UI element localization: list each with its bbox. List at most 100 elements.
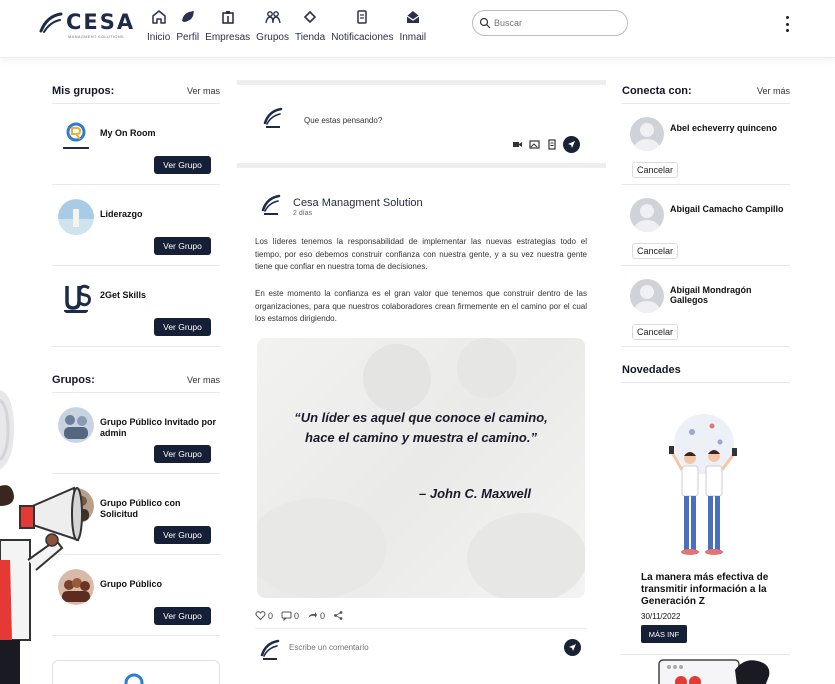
group-card-liderazgo: Liderazgo Ver Grupo <box>52 185 220 266</box>
share-button[interactable] <box>333 610 344 621</box>
nav-label: Empresas <box>205 32 251 43</box>
document-icon[interactable] <box>546 139 557 150</box>
nav-label: Inmail <box>399 32 427 43</box>
user-placeholder-icon <box>634 204 660 232</box>
repost-button[interactable]: 0 <box>307 610 325 621</box>
connect-see-more-link[interactable]: Ver más <box>757 86 790 96</box>
groups-see-more-link[interactable]: Ver mas <box>187 375 220 385</box>
my-on-room-logo-icon <box>61 122 91 150</box>
news-more-info-button[interactable]: MÁS INF <box>641 625 687 643</box>
tag-icon <box>303 10 317 24</box>
like-button[interactable]: 0 <box>255 610 273 621</box>
post-author[interactable]: Cesa Managment Solution <box>293 197 423 209</box>
news-headline[interactable]: La manera más efectiva de transmitir inf… <box>641 572 791 608</box>
heart-icon <box>255 611 266 621</box>
nav-item-perfil[interactable]: Perfil <box>173 6 202 50</box>
cancel-request-button[interactable]: Cancelar <box>632 162 679 178</box>
nav-label: Notificaciones <box>331 32 394 43</box>
repost-icon <box>308 612 318 618</box>
group-card-my-on-room: My On Room Ver Grupo <box>52 104 220 185</box>
group-card-2get-skills: 2Get Skills Ver Grupo <box>52 266 220 347</box>
brand-name: CESA <box>66 10 136 34</box>
contact-name[interactable]: Abigail Mondragón Gallegos <box>670 285 788 305</box>
nav-item-inmail[interactable]: Inmail <box>396 6 429 50</box>
cancel-request-button[interactable]: Cancelar <box>632 243 679 259</box>
profile-icon <box>181 11 194 22</box>
view-group-button[interactable]: Ver Grupo <box>154 237 211 255</box>
view-group-button[interactable]: Ver Grupo <box>154 445 211 463</box>
comment-count: 0 <box>294 610 300 621</box>
send-icon <box>568 141 575 148</box>
comment-button[interactable]: 0 <box>281 610 299 621</box>
view-group-button[interactable]: Ver Grupo <box>154 607 211 625</box>
composer-input[interactable]: Que estas pensando? <box>304 116 382 125</box>
liderazgo-avatar-icon <box>58 199 94 235</box>
cesa-logo-mark-icon <box>39 12 63 33</box>
connect-title: Conecta con: <box>622 84 692 97</box>
my-groups-title: Mis grupos: <box>52 84 115 97</box>
contact-card: Abigail Camacho Campillo Cancelar <box>622 185 790 266</box>
view-group-button[interactable]: Ver Grupo <box>154 318 211 336</box>
post-time: 2 días <box>293 210 313 217</box>
nav-item-empresas[interactable]: Empresas <box>202 6 253 50</box>
group-name: Grupo Público <box>100 579 162 589</box>
comment-row <box>255 628 587 666</box>
news-title: Novedades <box>622 363 681 376</box>
groups-icon <box>264 11 281 24</box>
comment-icon <box>281 611 292 621</box>
search-bar[interactable] <box>472 10 628 36</box>
quote-author: – John C. Maxwell <box>419 486 531 501</box>
avatar <box>630 279 664 313</box>
repost-count: 0 <box>320 610 326 621</box>
post-reactions: 0 0 0 <box>255 610 344 621</box>
publish-send-button[interactable] <box>563 136 580 153</box>
like-count: 0 <box>268 610 274 621</box>
comment-input[interactable] <box>289 643 529 652</box>
nav-item-inicio[interactable]: Inicio <box>144 6 173 50</box>
main-nav: Inicio Perfil Empresas Grupos Tienda Not… <box>144 6 429 50</box>
cesa-avatar-icon <box>263 107 283 128</box>
image-icon[interactable] <box>529 139 540 150</box>
contact-name[interactable]: Abigail Camacho Campillo <box>670 204 788 214</box>
user-placeholder-icon <box>634 285 660 313</box>
blurred-team-photo-icon <box>257 338 585 598</box>
contact-card: Abigail Mondragón Gallegos Cancelar <box>622 266 790 347</box>
connect-header: Conecta con: Ver más <box>622 78 790 104</box>
news-illustration-icon[interactable] <box>660 412 746 562</box>
post-paragraph: En este momento la confianza es el gran … <box>255 289 587 323</box>
search-input[interactable] <box>494 18 614 28</box>
brand-tagline: MANAGMENT SOLUTIONS <box>68 34 124 39</box>
group-name: Grupo Público con Solicitud <box>100 498 181 519</box>
cesa-avatar-icon <box>261 194 281 215</box>
mail-icon <box>406 11 420 23</box>
contact-name[interactable]: Abel echeverry quinceno <box>670 123 788 133</box>
nav-label: Grupos <box>256 32 289 43</box>
browser-person-illustration-icon <box>658 659 770 684</box>
my-groups-see-more-link[interactable]: Ver mas <box>187 86 220 96</box>
nav-item-grupos[interactable]: Grupos <box>253 6 292 50</box>
cesa-logo[interactable]: CESA MANAGMENT SOLUTIONS <box>38 10 133 40</box>
nav-item-notificaciones[interactable]: Notificaciones <box>328 6 396 50</box>
share-icon <box>334 611 343 620</box>
more-options-icon[interactable] <box>782 14 792 34</box>
cesa-avatar-icon <box>260 639 280 660</box>
video-icon[interactable] <box>512 139 523 150</box>
notification-icon <box>357 10 368 24</box>
divider <box>620 654 790 655</box>
user-placeholder-icon <box>634 123 660 151</box>
contact-card: Abel echeverry quinceno Cancelar <box>622 104 790 185</box>
2get-skills-logo-icon <box>64 284 91 313</box>
nav-label: Perfil <box>176 32 200 43</box>
group-name: 2Get Skills <box>100 290 147 300</box>
view-group-button[interactable]: Ver Grupo <box>154 156 211 174</box>
nav-label: Inicio <box>147 32 171 43</box>
nav-item-tienda[interactable]: Tienda <box>292 6 328 50</box>
right-sidebar: Conecta con: Ver más Abel echeverry quin… <box>622 78 790 383</box>
comment-send-button[interactable] <box>564 639 581 656</box>
my-on-room-logo-icon <box>124 673 144 684</box>
post-quote-image[interactable]: “Un líder es aquel que conoce el camino,… <box>257 338 585 598</box>
cancel-request-button[interactable]: Cancelar <box>632 324 679 340</box>
search-icon <box>479 17 491 29</box>
post-paragraph: Los líderes tenemos la responsabilidad d… <box>255 237 587 271</box>
view-group-button[interactable]: Ver Grupo <box>154 526 211 544</box>
